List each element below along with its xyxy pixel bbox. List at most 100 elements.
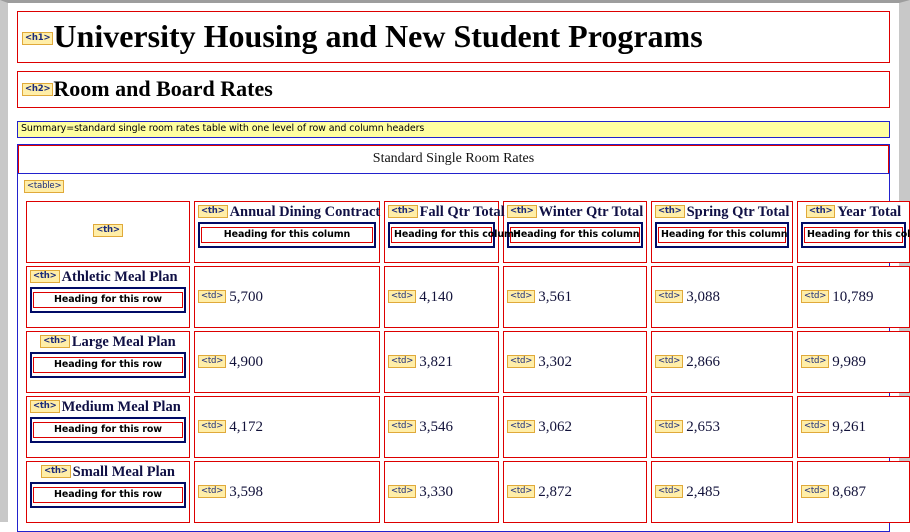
cell-value: 4,900 (229, 353, 263, 370)
td-tag-badge: <td> (507, 354, 536, 368)
cell-value: 2,866 (686, 353, 720, 370)
table-cell: <td> 4,140 (384, 266, 499, 328)
cell-value-line: <td> 3,561 (507, 289, 572, 305)
th-tag-badge: <th> (30, 270, 60, 284)
row-header-label: Large Meal Plan (71, 334, 176, 350)
cell-value-line: <td> 10,789 (801, 289, 873, 305)
table-cell: <td> 3,088 (651, 266, 793, 328)
cell-value: 9,261 (832, 418, 866, 435)
td-tag-badge: <td> (655, 484, 684, 498)
column-header-note: Heading for this column (658, 227, 788, 243)
row-header-note: Heading for this row (33, 487, 183, 503)
column-header-note: Heading for this column (201, 227, 373, 243)
cell-value: 10,789 (832, 288, 874, 305)
table-cell: <td> 8,687 (797, 461, 910, 523)
cell-value-line: <td> 2,485 (655, 484, 720, 500)
table-row: <th> Athletic Meal Plan Heading for this … (26, 266, 910, 328)
table-tag-badge: <table> (24, 179, 65, 193)
table-cell: <td> 3,598 (194, 461, 380, 523)
td-tag-badge: <td> (198, 289, 227, 303)
td-tag-badge: <td> (507, 484, 536, 498)
cell-value-line: <td> 2,866 (655, 354, 720, 370)
column-header-spring-qtr-total: <th> Spring Qtr Total Heading for this co… (651, 201, 793, 263)
column-header-label: Fall Qtr Total (419, 204, 505, 220)
cell-value: 3,302 (538, 353, 572, 370)
table-cell: <td> 2,653 (651, 396, 793, 458)
td-tag-badge: <td> (388, 419, 417, 433)
table-cell: <td> 3,821 (384, 331, 499, 393)
table-cell: <td> 3,302 (503, 331, 647, 393)
cell-value: 9,989 (832, 353, 866, 370)
table-body: <th> Athletic Meal Plan Heading for this … (26, 266, 910, 523)
table-tag-badge-row: <table> (24, 178, 885, 196)
column-header-title-line: <th> Spring Qtr Total (655, 204, 789, 221)
page-title: University Housing and New Student Progr… (53, 18, 703, 54)
table-caption: Standard Single Room Rates (18, 145, 889, 173)
table-head: <th> <th> Annual Dining Contract Heading … (26, 201, 910, 263)
th-tag-badge: <th> (41, 465, 71, 479)
cell-value: 2,653 (686, 418, 720, 435)
th-tag-badge: <th> (30, 400, 60, 414)
cell-value: 5,700 (229, 288, 263, 305)
table-cell: <td> 4,900 (194, 331, 380, 393)
cell-value-line: <td> 3,088 (655, 289, 720, 305)
row-header-note-frame: Heading for this row (30, 417, 186, 443)
cell-value: 3,821 (419, 353, 453, 370)
table-row: <th> Large Meal Plan Heading for this row… (26, 331, 910, 393)
h1-tag-badge: <h1> (22, 32, 54, 46)
column-header-label: Year Total (837, 204, 902, 220)
row-header-note: Heading for this row (33, 357, 183, 373)
column-header-note-frame: Heading for this column (801, 222, 910, 248)
th-tag-badge: <th> (198, 205, 228, 219)
corner-cell: <th> (26, 201, 190, 263)
column-header-label: Spring Qtr Total (686, 204, 790, 220)
cell-value-line: <td> 9,989 (801, 354, 866, 370)
page-body: <h1>University Housing and New Student P… (8, 11, 910, 532)
th-tag-badge: <th> (507, 205, 537, 219)
table-row: <th> Medium Meal Plan Heading for this ro… (26, 396, 910, 458)
row-header-label: Medium Meal Plan (61, 399, 181, 415)
cell-value: 8,687 (832, 483, 866, 500)
td-tag-badge: <td> (198, 354, 227, 368)
table-cell: <td> 2,872 (503, 461, 647, 523)
row-header-title-line: <th> Medium Meal Plan (30, 399, 186, 416)
column-header-note: Heading for this column (510, 227, 640, 243)
column-header-fall-qtr-total: <th> Fall Qtr Total Heading for this colu… (384, 201, 521, 263)
section-title: Room and Board Rates (53, 76, 273, 101)
table-row: <th> Small Meal Plan Heading for this row… (26, 461, 910, 523)
cell-value-line: <td> 8,687 (801, 484, 866, 500)
column-header-title-line: <th> Fall Qtr Total (388, 204, 505, 221)
row-header-note: Heading for this row (33, 422, 183, 438)
td-tag-badge: <td> (198, 484, 227, 498)
cell-value: 3,546 (419, 418, 453, 435)
row-header-small-meal-plan: <th> Small Meal Plan Heading for this row (26, 461, 190, 523)
row-header-note-frame: Heading for this row (30, 482, 186, 508)
row-header-label: Small Meal Plan (72, 464, 175, 480)
table-cell: <td> 5,700 (194, 266, 380, 328)
corner-th-tag-badge: <th> (93, 224, 123, 238)
column-header-year-total: <th>Year Total Heading for this column (797, 201, 910, 263)
row-header-title-line: <th> Small Meal Plan (30, 464, 186, 481)
cell-value-line: <td> 3,546 (388, 419, 453, 435)
table-summary-bar: Summary=standard single room rates table… (17, 121, 890, 138)
header-row: <th> <th> Annual Dining Contract Heading … (26, 201, 910, 263)
cell-value-line: <td> 2,653 (655, 419, 720, 435)
cell-value-line: <td> 5,700 (198, 289, 263, 305)
td-tag-badge: <td> (655, 289, 684, 303)
td-tag-badge: <td> (801, 289, 830, 303)
h2-tag-badge: <h2> (22, 83, 54, 97)
cell-value: 4,140 (419, 288, 453, 305)
cell-value-line: <td> 3,330 (388, 484, 453, 500)
cell-value: 3,330 (419, 483, 453, 500)
cell-value-line: <td> 3,302 (507, 354, 572, 370)
td-tag-badge: <td> (507, 419, 536, 433)
column-header-title-line: <th> Winter Qtr Total (507, 204, 643, 221)
td-tag-badge: <td> (388, 484, 417, 498)
row-header-note: Heading for this row (33, 292, 183, 308)
column-header-note: Heading for this column (804, 227, 910, 243)
table-cell: <td> 3,062 (503, 396, 647, 458)
row-header-medium-meal-plan: <th> Medium Meal Plan Heading for this ro… (26, 396, 190, 458)
row-header-large-meal-plan: <th> Large Meal Plan Heading for this row (26, 331, 190, 393)
column-header-note-frame: Heading for this column (655, 222, 789, 248)
td-tag-badge: <td> (507, 289, 536, 303)
